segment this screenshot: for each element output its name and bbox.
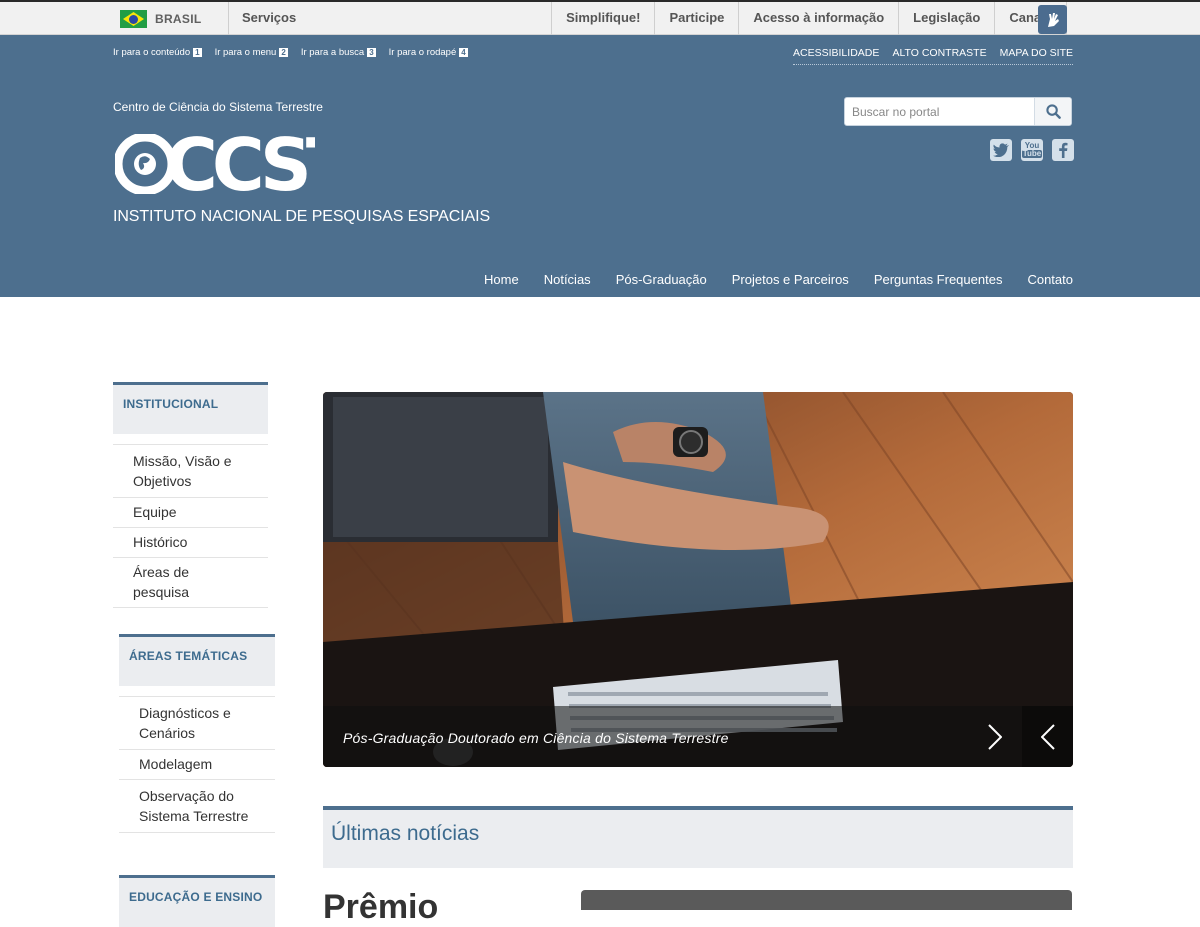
skip-key: 2 [279,48,288,57]
sidebar-heading: ÁREAS TEMÁTICAS [119,634,275,686]
acessibilidade-link[interactable]: ACESSIBILIDADE [793,47,879,59]
center-name: Centro de Ciência do Sistema Terrestre [113,100,323,114]
youtube-tube: Tube [1021,149,1043,158]
search-form [844,97,1072,126]
brazil-flag-icon [120,10,147,28]
carousel-caption[interactable]: Pós-Graduação Doutorado em Ciência do Si… [343,730,729,746]
sidebar-heading: INSTITUCIONAL [113,382,268,434]
latest-news-heading: Últimas notícias [323,806,1073,868]
sidebar-item-modelagem[interactable]: Modelagem [119,750,275,780]
skip-label: Ir para o conteúdo [113,47,191,58]
sidebar-heading: EDUCAÇÃO E ENSINO [119,875,275,927]
skip-label: Ir para a busca [300,47,365,58]
sidebar-item-observacao[interactable]: Observação do Sistema Terrestre [119,780,275,833]
accessibility-links: ACESSIBILIDADE ALTO CONTRASTE MAPA DO SI… [793,47,1073,65]
logo-text: CCST [165,134,315,194]
institute-name: INSTITUTO NACIONAL DE PESQUISAS ESPACIAI… [113,208,491,225]
skip-label: Ir para o rodapé [388,47,457,58]
gov-link-acesso-informacao[interactable]: Acesso à informação [738,2,898,35]
facebook-icon[interactable] [1052,139,1074,161]
gov-link-participe[interactable]: Participe [654,2,738,35]
nav-projetos-parceiros[interactable]: Projetos e Parceiros [732,272,849,287]
carousel-caption-bar: Pós-Graduação Doutorado em Ciência do Si… [323,706,1073,767]
chevron-left-icon [1040,723,1055,750]
skip-to-content[interactable]: Ir para o conteúdo 1 [113,47,202,58]
gov-links: Simplifique! Participe Acesso à informaç… [551,2,1067,35]
search-icon [1045,104,1061,119]
sidebar-item-areas-pesquisa[interactable]: Áreas de pesquisa [113,558,268,608]
skip-links: Ir para o conteúdo 1 Ir para o menu 2 Ir p… [113,47,468,58]
sidebar-educacao: EDUCAÇÃO E ENSINO [119,875,275,927]
sidebar-list: Diagnósticos e Cenários Modelagem Observ… [119,696,275,833]
brasil-link[interactable]: BRASIL [120,9,201,29]
servicos-link[interactable]: Serviços [242,10,296,25]
sidebar-list: Missão, Visão e Objetivos Equipe Históri… [113,444,268,608]
news-headline[interactable]: Prêmio [323,888,438,927]
nav-perguntas-frequentes[interactable]: Perguntas Frequentes [874,272,1003,287]
sidebar-item-diagnosticos[interactable]: Diagnósticos e Cenários [119,697,275,750]
gov-link-simplifique[interactable]: Simplifique! [551,2,654,35]
carousel-next-button[interactable] [985,722,1005,752]
main-navigation: Home Notícias Pós-Graduação Projetos e P… [484,272,1073,287]
skip-key: 3 [367,48,376,57]
latest-news-title: Últimas notícias [331,822,480,845]
nav-home[interactable]: Home [484,272,519,287]
gov-link-legislacao[interactable]: Legislação [898,2,994,35]
skip-to-menu[interactable]: Ir para o menu 2 [215,47,288,58]
sidebar-item-historico[interactable]: Histórico [113,528,268,558]
divider [228,2,229,35]
social-links: You Tube [990,139,1074,161]
vlibras-hand-icon[interactable] [1038,5,1067,34]
sidebar-areas-tematicas: ÁREAS TEMÁTICAS Diagnósticos e Cenários … [119,634,275,833]
government-bar: BRASIL Serviços Simplifique! Participe A… [0,0,1200,35]
ccst-logo[interactable]: CCST [115,134,315,194]
skip-to-footer[interactable]: Ir para o rodapé 4 [389,47,468,58]
sidebar-institucional: INSTITUCIONAL Missão, Visão e Objetivos … [113,382,268,608]
skip-key: 1 [193,48,202,57]
youtube-icon[interactable]: You Tube [1021,139,1043,161]
search-input[interactable] [845,98,1034,125]
site-header: Ir para o conteúdo 1 Ir para o menu 2 Ir p… [0,35,1200,297]
alto-contraste-link[interactable]: ALTO CONTRASTE [892,47,986,59]
brasil-label: BRASIL [155,12,202,26]
carousel-prev-button[interactable] [1022,706,1073,767]
mapa-do-site-link[interactable]: MAPA DO SITE [1000,47,1073,59]
nav-pos-graduacao[interactable]: Pós-Graduação [616,272,707,287]
nav-contato[interactable]: Contato [1027,272,1073,287]
search-button[interactable] [1034,98,1071,125]
twitter-icon[interactable] [990,139,1012,161]
skip-key: 4 [459,48,468,57]
skip-label: Ir para o menu [214,47,277,58]
chevron-right-icon [988,724,1002,750]
nav-noticias[interactable]: Notícias [544,272,591,287]
news-thumbnail[interactable] [581,890,1072,910]
featured-carousel[interactable]: Pós-Graduação Doutorado em Ciência do Si… [323,392,1073,767]
skip-to-search[interactable]: Ir para a busca 3 [301,47,376,58]
sidebar-item-equipe[interactable]: Equipe [113,498,268,528]
sidebar-item-missao[interactable]: Missão, Visão e Objetivos [113,445,268,498]
